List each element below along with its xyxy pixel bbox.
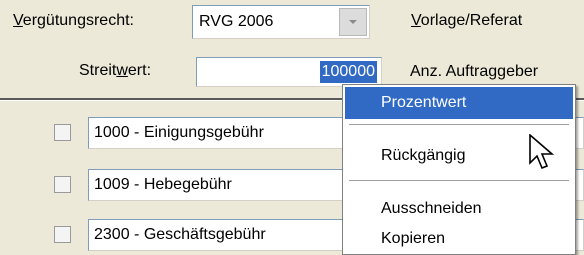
vorlage-referat-label: Vorlage/Referat — [411, 11, 522, 31]
mouse-pointer-icon — [529, 134, 555, 170]
verguetungsrecht-value: RVG 2006 — [199, 13, 274, 30]
menu-item-ausschneiden[interactable]: Ausschneiden — [345, 193, 573, 225]
menu-item-kopieren[interactable]: Kopieren — [345, 223, 573, 255]
streitwert-label-pre: Streit — [79, 62, 117, 79]
menu-item-prozentwert[interactable]: Prozentwert — [345, 87, 573, 119]
chevron-down-icon — [349, 20, 357, 24]
streitwert-selected-value: 100000 — [319, 61, 377, 83]
fee-checkbox-2300[interactable] — [54, 226, 71, 243]
verguetungsrecht-dropdown-button[interactable] — [339, 8, 367, 36]
fee-label-1009: 1009 - Hebegebühr — [94, 176, 232, 193]
vorlage-label-text: orlage/Referat — [420, 12, 523, 29]
fee-label-2300: 2300 - Geschäftsgebühr — [94, 226, 266, 243]
fee-field-1009[interactable]: 1009 - Hebegebühr — [88, 169, 344, 201]
streitwert-label-post: ert: — [127, 62, 152, 79]
fee-checkbox-1009[interactable] — [54, 176, 71, 193]
menu-separator — [349, 180, 569, 181]
vorlage-label-accel: V — [411, 12, 421, 29]
verguetungsrecht-label-text: ergütungsrecht: — [22, 12, 134, 29]
fee-field-2300[interactable]: 2300 - Geschäftsgebühr — [88, 219, 344, 251]
verguetungsrecht-label: Vergütungsrecht: — [13, 11, 134, 31]
streitwert-label-accel: w — [116, 62, 128, 79]
anz-auftraggeber-label: Anz. Auftraggeber — [410, 63, 539, 80]
fee-checkbox-1000[interactable] — [54, 124, 71, 141]
streitwert-label: Streitwert: — [79, 61, 151, 81]
verguetungsrecht-label-accel: V — [13, 12, 23, 29]
streitwert-input[interactable]: 100000 — [196, 57, 382, 87]
fee-field-1000[interactable]: 1000 - Einigungsgebühr — [88, 117, 344, 149]
fee-label-1000: 1000 - Einigungsgebühr — [94, 124, 264, 141]
verguetungsrecht-select[interactable]: RVG 2006 — [192, 5, 370, 39]
menu-separator — [349, 124, 569, 125]
